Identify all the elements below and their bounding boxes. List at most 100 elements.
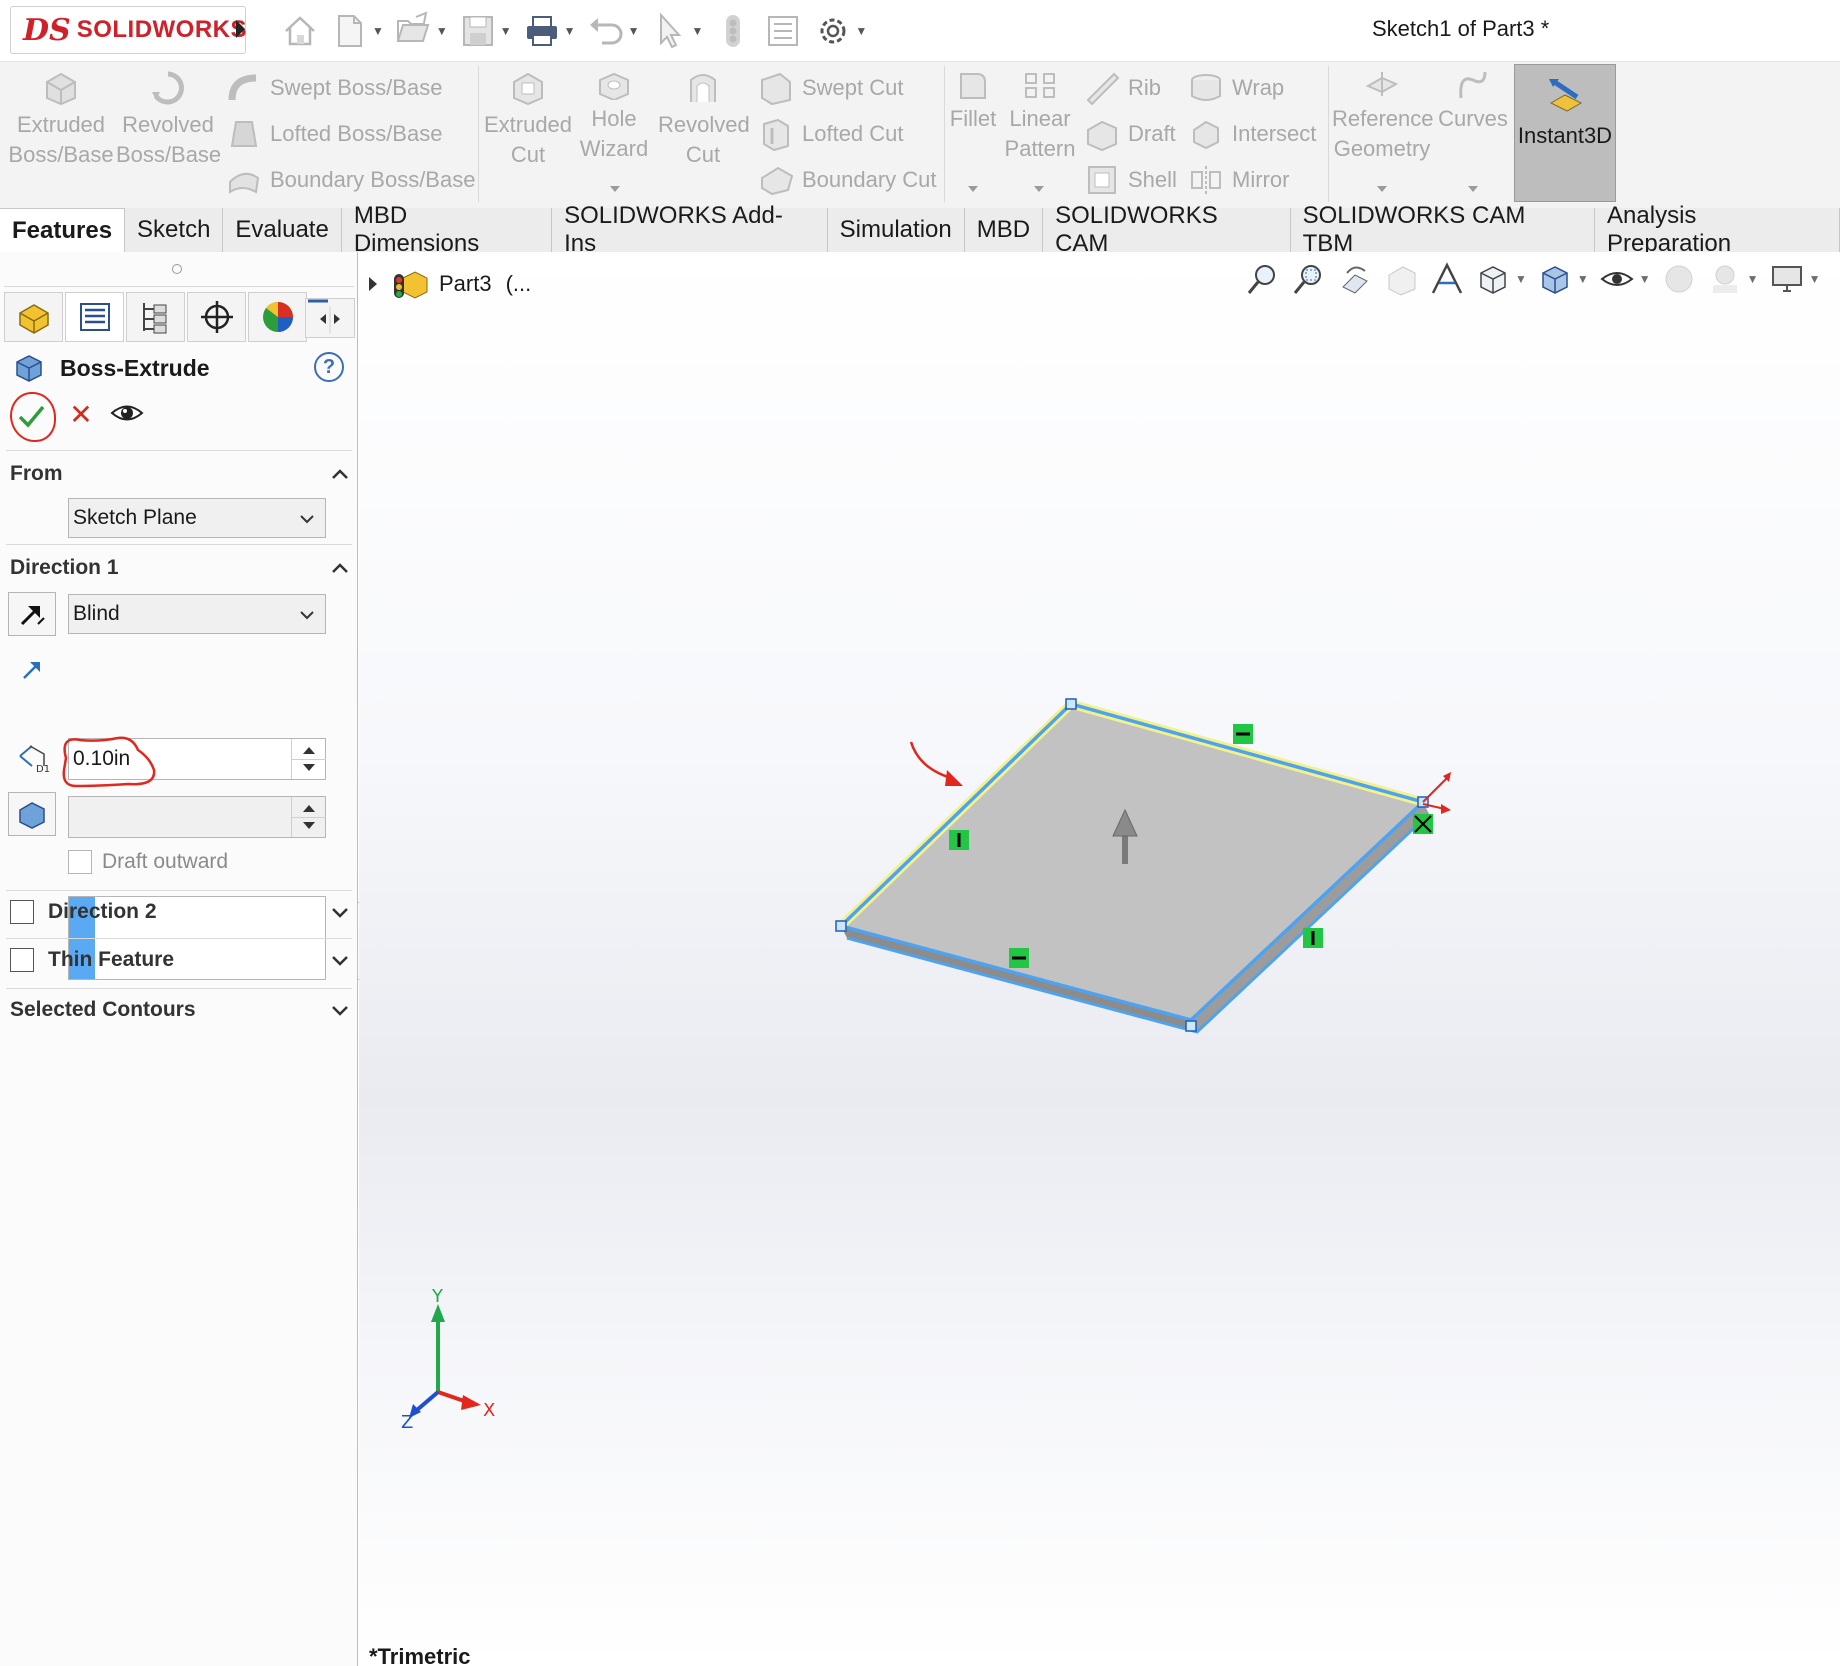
lofted-boss-base-button[interactable]: Lofted Boss/Base [226, 114, 442, 154]
new-document-button[interactable]: ▼ [330, 11, 384, 51]
tab-simulation[interactable]: Simulation [827, 208, 965, 252]
end-condition-select[interactable]: Blind [68, 594, 326, 634]
open-button[interactable]: ▼ [394, 11, 448, 51]
select-button[interactable]: ▼ [649, 11, 703, 51]
cancel-button[interactable]: ✕ [66, 400, 96, 430]
revolved-cut-button[interactable]: Revolved Cut [658, 70, 750, 170]
hole-wizard-dropdown[interactable] [610, 186, 620, 192]
help-icon[interactable]: ? [314, 352, 344, 382]
stepper-up-icon[interactable] [303, 747, 315, 754]
stepper-down-icon[interactable] [303, 822, 315, 829]
direction1-group-header[interactable]: Direction 1 [10, 550, 350, 586]
home-button[interactable] [280, 11, 320, 51]
menu-expand-arrow[interactable] [236, 20, 245, 38]
axis-handle-red[interactable] [1422, 777, 1448, 803]
model-scene[interactable]: Y X Z [359, 252, 1840, 1666]
tab-display-manager[interactable] [248, 292, 307, 342]
boundary-cut-button[interactable]: Boundary Cut [758, 160, 937, 200]
chevron-down-icon[interactable]: ▼ [564, 24, 576, 38]
wrap-button[interactable]: Wrap [1188, 68, 1284, 108]
tab-scroll-arrows[interactable] [305, 298, 355, 338]
tab-dimxpert-manager[interactable] [187, 292, 246, 342]
curves-dropdown[interactable] [1468, 186, 1478, 192]
draft-outward-checkbox[interactable] [68, 850, 92, 874]
thin-feature-checkbox[interactable] [10, 948, 34, 972]
sketch-face[interactable] [841, 704, 1423, 1020]
swept-boss-base-button[interactable]: Swept Boss/Base [226, 68, 442, 108]
tab-features[interactable]: Features [0, 208, 126, 252]
linear-pattern-dropdown[interactable] [1034, 186, 1044, 192]
ribbon-separator [478, 66, 479, 202]
reference-geometry-button[interactable]: Reference Geometry [1332, 70, 1434, 164]
tab-property-manager[interactable] [65, 292, 124, 342]
coincident-relation-icon[interactable] [1413, 814, 1433, 834]
fillet-button[interactable]: Fillet [948, 70, 998, 134]
from-group-header[interactable]: From [10, 456, 350, 492]
draft-angle-input[interactable] [68, 796, 326, 838]
tab-analysis-preparation[interactable]: Analysis Preparation [1595, 202, 1840, 257]
ok-button[interactable] [10, 392, 52, 440]
sketch-point[interactable] [835, 920, 847, 932]
tab-solidworks-cam-tbm[interactable]: SOLIDWORKS CAM TBM [1290, 202, 1596, 257]
tab-solidworks-cam[interactable]: SOLIDWORKS CAM [1043, 202, 1291, 257]
lofted-cut-button[interactable]: Lofted Cut [758, 114, 904, 154]
tab-feature-manager[interactable] [4, 292, 63, 342]
tab-mbd-dimensions[interactable]: MBD Dimensions [341, 202, 553, 257]
tab-sketch[interactable]: Sketch [125, 208, 224, 252]
selected-contours-group-header[interactable]: Selected Contours [10, 992, 350, 1028]
reverse-direction-button[interactable] [8, 592, 56, 636]
file-properties-button[interactable] [763, 11, 803, 51]
undo-button[interactable]: ▼ [586, 11, 640, 51]
shell-button[interactable]: Shell [1084, 160, 1177, 200]
swept-cut-button[interactable]: Swept Cut [758, 68, 904, 108]
fillet-dropdown[interactable] [968, 186, 978, 192]
vertical-relation-icon[interactable] [1303, 928, 1323, 948]
rebuild-button[interactable] [713, 11, 753, 51]
chevron-down-icon[interactable]: ▼ [500, 24, 512, 38]
extruded-boss-base-button[interactable]: Extruded Boss/Base [8, 70, 114, 170]
graphics-area[interactable]: Part3 (... ▼ ▼ ▼ ▼ ▼ Y X Z *Trimetric [359, 252, 1840, 1666]
direction2-checkbox[interactable] [10, 900, 34, 924]
from-select[interactable]: Sketch Plane [68, 498, 326, 538]
panel-handle-icon[interactable] [172, 264, 182, 274]
chevron-down-icon[interactable]: ▼ [436, 24, 448, 38]
tab-configuration-manager[interactable] [126, 292, 185, 342]
depth-stepper[interactable] [291, 739, 326, 779]
stepper-up-icon[interactable] [303, 805, 315, 812]
boundary-boss-base-button[interactable]: Boundary Boss/Base [226, 160, 475, 200]
direction2-group-header[interactable]: Direction 2 [10, 894, 350, 930]
chevron-down-icon[interactable]: ▼ [372, 24, 384, 38]
mirror-button[interactable]: Mirror [1188, 160, 1289, 200]
chevron-down-icon[interactable]: ▼ [691, 24, 703, 38]
draft-button[interactable]: Draft [1084, 114, 1176, 154]
print-button[interactable]: ▼ [522, 11, 576, 51]
thin-feature-group-header[interactable]: Thin Feature [10, 942, 350, 978]
sketch-point[interactable] [1185, 1020, 1197, 1032]
hole-wizard-button[interactable]: Hole Wizard [576, 70, 652, 164]
rib-button[interactable]: Rib [1084, 68, 1161, 108]
tab-evaluate[interactable]: Evaluate [223, 208, 342, 252]
extruded-cut-button[interactable]: Extruded Cut [482, 70, 574, 170]
chevron-down-icon[interactable]: ▼ [855, 24, 867, 38]
tab-mbd[interactable]: MBD [964, 208, 1044, 252]
draft-angle-stepper[interactable] [291, 797, 326, 837]
stepper-down-icon[interactable] [303, 764, 315, 771]
tab-solidworks-add-ins[interactable]: SOLIDWORKS Add-Ins [552, 202, 828, 257]
chevron-down-icon[interactable]: ▼ [628, 24, 640, 38]
horizontal-relation-icon[interactable] [1009, 948, 1029, 968]
instant3d-button[interactable]: Instant3D [1514, 64, 1616, 202]
linear-pattern-button[interactable]: Linear Pattern [1004, 70, 1076, 164]
intersect-button[interactable]: Intersect [1188, 114, 1316, 154]
sketch-point[interactable] [1065, 698, 1077, 710]
save-button[interactable]: ▼ [458, 11, 512, 51]
options-button[interactable]: ▼ [813, 11, 867, 51]
vertical-relation-icon[interactable] [949, 830, 969, 850]
curves-button[interactable]: Curves [1436, 70, 1510, 134]
solidworks-logo[interactable]: DS SOLIDWORKS [10, 6, 247, 54]
revolved-boss-base-button[interactable]: Revolved Boss/Base [116, 70, 221, 170]
reference-geometry-dropdown[interactable] [1377, 186, 1387, 192]
draft-on-off-button[interactable] [8, 792, 56, 836]
horizontal-relation-icon[interactable] [1233, 724, 1253, 744]
detailed-preview-button[interactable] [110, 398, 148, 432]
draft-outward-row[interactable]: Draft outward [68, 850, 228, 874]
